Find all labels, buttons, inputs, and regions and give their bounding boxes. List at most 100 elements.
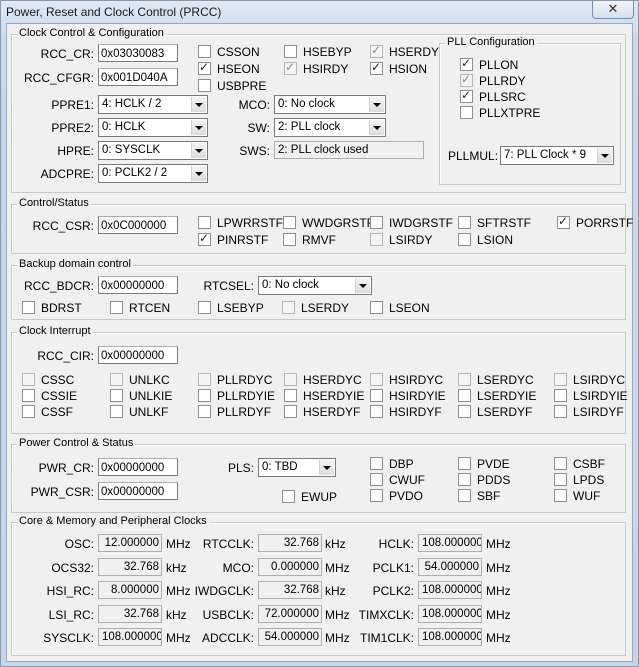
hserdy-checkbox[interactable]: HSERDY: [370, 43, 439, 59]
rcc-cir-input[interactable]: 0x00000000: [98, 346, 178, 364]
checkbox-box: [554, 389, 567, 402]
lsirdy-checkbox[interactable]: LSIRDY: [370, 233, 432, 247]
clock-config-group: Clock Control & Configuration RCC_CR: 0x…: [11, 27, 626, 193]
hserdyie-checkbox[interactable]: HSERDYIE: [284, 389, 364, 403]
lserdy-checkbox[interactable]: LSERDY: [282, 301, 349, 315]
hserdyf-checkbox[interactable]: HSERDYF: [284, 405, 360, 419]
group-title: Clock Interrupt: [17, 325, 93, 337]
checkbox-label: HSEBYP: [303, 45, 352, 59]
sbf-checkbox[interactable]: SBF: [458, 489, 500, 503]
ppre1-label: PPRE1:: [51, 98, 94, 112]
cssc-checkbox[interactable]: CSSC: [22, 373, 74, 387]
sw-label: SW:: [247, 121, 270, 135]
dbp-checkbox[interactable]: DBP: [370, 457, 414, 471]
pdds-checkbox[interactable]: PDDS: [458, 473, 510, 487]
csson-checkbox[interactable]: CSSON: [198, 45, 260, 59]
cssie-checkbox[interactable]: CSSIE: [22, 389, 77, 403]
lpds-checkbox[interactable]: LPDS: [554, 473, 604, 487]
pvde-checkbox[interactable]: PVDE: [458, 457, 510, 471]
checkbox-label: PLLXTPRE: [479, 106, 541, 120]
pwr-cr-label: PWR_CR:: [38, 461, 94, 475]
checkbox-label: LSIRDY: [389, 233, 433, 247]
pllsrc-checkbox[interactable]: PLLSRC: [460, 88, 526, 104]
lserdyc-checkbox[interactable]: LSERDYC: [458, 373, 534, 387]
ppre2-select[interactable]: 0: HCLK: [98, 118, 208, 137]
title-bar: Power, Reset and Clock Control (PRCC) ✕: [1, 1, 638, 23]
lserdyie-checkbox[interactable]: LSERDYIE: [458, 389, 536, 403]
pvdo-checkbox[interactable]: PVDO: [370, 489, 423, 503]
pllon-checkbox[interactable]: PLLON: [460, 56, 518, 72]
rcc-bdcr-input[interactable]: 0x00000000: [98, 276, 178, 294]
pwr-cr-input[interactable]: 0x00000000: [98, 458, 178, 476]
rcc-bdcr-label: RCC_BDCR:: [23, 279, 94, 293]
iwdgrstf-checkbox[interactable]: IWDGRSTF: [370, 216, 453, 230]
chevron-down-icon: [191, 143, 206, 158]
checkbox-box: [22, 373, 35, 386]
rtcsel-select[interactable]: 0: No clock: [258, 276, 372, 295]
pllrdyf-checkbox[interactable]: PLLRDYF: [198, 405, 271, 419]
csbf-checkbox[interactable]: CSBF: [554, 457, 605, 471]
unit-label: MHz: [486, 537, 511, 551]
sw-select[interactable]: 2: PLL clock: [274, 118, 386, 137]
hsebyp-checkbox[interactable]: HSEBYP: [284, 45, 352, 59]
chevron-down-icon: [369, 120, 384, 135]
hsirdyie-checkbox[interactable]: HSIRDYIE: [370, 389, 446, 403]
pllrdyie-checkbox[interactable]: PLLRDYIE: [198, 389, 275, 403]
lsion-checkbox[interactable]: LSION: [458, 233, 513, 247]
cwuf-checkbox[interactable]: CWUF: [370, 473, 425, 487]
hsion-checkbox[interactable]: HSION: [370, 60, 427, 76]
rcc-csr-input[interactable]: 0x0C000000: [98, 216, 178, 234]
rcc-cr-input[interactable]: 0x03030083: [98, 44, 178, 62]
usbpre-checkbox[interactable]: USBPRE: [198, 79, 266, 93]
ewup-checkbox[interactable]: EWUP: [282, 490, 337, 504]
checkbox-box: [458, 489, 471, 502]
lpwrrstf-checkbox[interactable]: LPWRRSTF: [198, 216, 283, 230]
adcpre-select[interactable]: 0: PCLK2 / 2: [98, 164, 208, 183]
unlkc-checkbox[interactable]: UNLKC: [110, 373, 170, 387]
pinrstf-checkbox[interactable]: PINRSTF: [198, 231, 268, 247]
pllrdy-checkbox[interactable]: PLLRDY: [460, 72, 526, 88]
pwr-csr-label: PWR_CSR:: [30, 485, 94, 499]
unlkie-checkbox[interactable]: UNLKIE: [110, 389, 172, 403]
hpre-select[interactable]: 0: SYSCLK: [98, 141, 208, 160]
checkbox-label: CSBF: [573, 457, 606, 471]
rcc-cfgr-input[interactable]: 0x001D040A: [98, 68, 178, 86]
sftrstf-checkbox[interactable]: SFTRSTF: [458, 216, 531, 230]
pls-select[interactable]: 0: TBD: [258, 458, 336, 477]
lsirdyf-checkbox[interactable]: LSIRDYF: [554, 405, 624, 419]
checkbox-box: [198, 79, 211, 92]
lseon-checkbox[interactable]: LSEON: [370, 301, 430, 315]
pwr-csr-input[interactable]: 0x00000000: [98, 482, 178, 500]
lserdyf-checkbox[interactable]: LSERDYF: [458, 405, 532, 419]
pllrdyc-checkbox[interactable]: PLLRDYC: [198, 373, 272, 387]
lsirdyie-checkbox[interactable]: LSIRDYIE: [554, 389, 628, 403]
rmvf-checkbox[interactable]: RMVF: [283, 233, 336, 247]
hserdyc-checkbox[interactable]: HSERDYC: [284, 373, 362, 387]
lsirdyc-checkbox[interactable]: LSIRDYC: [554, 373, 625, 387]
wuf-checkbox[interactable]: WUF: [554, 489, 600, 503]
checkbox-label: HSEON: [217, 62, 260, 76]
close-button[interactable]: ✕: [592, 1, 634, 19]
checkbox-box: [198, 389, 211, 402]
rtcen-checkbox[interactable]: RTCEN: [110, 301, 170, 315]
pllxtpre-checkbox[interactable]: PLLXTPRE: [460, 106, 540, 120]
hsi-rc-value: 8.000000: [98, 581, 162, 599]
checkbox-box: [282, 301, 295, 314]
hsirdyf-checkbox[interactable]: HSIRDYF: [370, 405, 442, 419]
ppre1-select[interactable]: 4: HCLK / 2: [98, 95, 208, 114]
checkbox-box: [554, 457, 567, 470]
wwdgrstf-checkbox[interactable]: WWDGRSTF: [283, 216, 374, 230]
hsirdyc-checkbox[interactable]: HSIRDYC: [370, 373, 443, 387]
unlkf-checkbox[interactable]: UNLKF: [110, 405, 168, 419]
pclk2--label: PCLK2:: [372, 584, 414, 598]
mco-select[interactable]: 0: No clock: [274, 95, 386, 114]
cssf-checkbox[interactable]: CSSF: [22, 405, 73, 419]
porrstf-checkbox[interactable]: PORRSTF: [557, 214, 633, 230]
bdrst-checkbox[interactable]: BDRST: [22, 301, 82, 315]
hseon-checkbox[interactable]: HSEON: [198, 60, 260, 76]
lsebyp-checkbox[interactable]: LSEBYP: [198, 301, 264, 315]
unit-label: kHz: [166, 560, 187, 575]
ocs32--label: OCS32:: [51, 560, 94, 575]
pllmul-select[interactable]: 7: PLL Clock * 9: [500, 146, 614, 165]
hsirdy-checkbox[interactable]: HSIRDY: [284, 60, 348, 76]
